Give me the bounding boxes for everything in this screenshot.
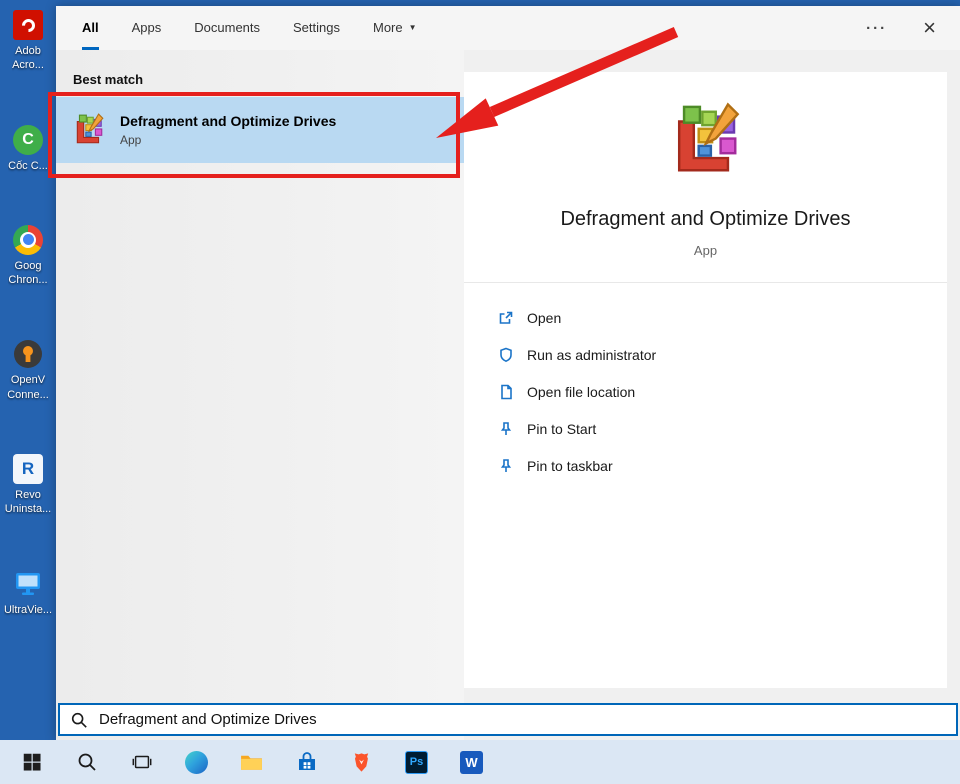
desktop-background: Adob Acro... C Cốc C... Goog Chron... Op… [0,0,56,740]
window-controls: ··· × [866,6,936,50]
task-view-button[interactable] [114,740,169,784]
taskbar: Ps W [0,740,960,784]
context-actions: Open Run as administrator Open file loca… [464,283,947,484]
desktop-shortcut-label: Goog Chron... [8,259,47,288]
action-open-file-location[interactable]: Open file location [498,373,947,410]
preview-title: Defragment and Optimize Drives [560,208,850,231]
close-icon[interactable]: × [923,17,936,39]
search-bar [58,703,958,736]
desktop-shortcut-openvpn[interactable]: OpenV Conne... [0,339,56,402]
results-column: Best match Defragment and Optimize Drive… [56,50,464,740]
tab-all[interactable]: All [82,6,99,50]
file-explorer-icon [239,750,264,775]
desktop-shortcut-label: Revo Uninsta... [5,488,51,517]
result-subtitle: App [120,133,336,147]
action-label: Open [527,310,561,326]
pin-icon [498,421,514,437]
taskbar-search-button[interactable] [59,740,114,784]
desktop-shortcut-adobe[interactable]: Adob Acro... [0,10,56,73]
result-text: Defragment and Optimize Drives App [120,113,336,147]
action-label: Pin to Start [527,421,596,437]
tab-more[interactable]: More ▼ [373,6,417,50]
windows-logo-icon [21,751,43,773]
more-options-icon[interactable]: ··· [866,20,887,37]
store-icon [295,750,319,774]
photoshop-icon: Ps [405,751,428,774]
task-view-icon [131,751,153,773]
coccoc-icon: C [13,125,43,155]
defrag-app-icon-large [667,102,745,180]
taskbar-file-explorer[interactable] [224,740,279,784]
brave-icon [350,751,373,774]
preview-subtitle: App [694,243,717,258]
result-title: Defragment and Optimize Drives [120,113,336,129]
desktop-shortcut-label: Adob Acro... [12,44,44,73]
tab-documents[interactable]: Documents [194,6,260,50]
screen: Adob Acro... C Cốc C... Goog Chron... Op… [0,0,960,784]
search-input[interactable] [99,711,946,728]
search-icon [76,751,98,773]
action-pin-to-taskbar[interactable]: Pin to taskbar [498,447,947,484]
best-match-result[interactable]: Defragment and Optimize Drives App [56,97,464,163]
action-label: Pin to taskbar [527,458,613,474]
action-pin-to-start[interactable]: Pin to Start [498,410,947,447]
adobe-acrobat-icon [13,10,43,40]
desktop-shortcut-label: Cốc C... [8,159,48,173]
word-icon: W [460,751,483,774]
chevron-down-icon: ▼ [409,23,417,32]
desktop-shortcut-label: OpenV Conne... [7,373,49,402]
tab-settings[interactable]: Settings [293,6,340,50]
action-run-as-administrator[interactable]: Run as administrator [498,336,947,373]
chrome-icon [13,225,43,255]
revo-icon: R [13,454,43,484]
action-open[interactable]: Open [498,299,947,336]
start-button[interactable] [4,740,59,784]
taskbar-word[interactable]: W [444,740,499,784]
best-match-heading: Best match [56,50,464,97]
action-label: Run as administrator [527,347,656,363]
action-label: Open file location [527,384,635,400]
open-icon [498,310,514,326]
search-icon [70,711,88,729]
ultraviewer-icon [13,569,43,599]
openvpn-icon [13,339,43,369]
search-window: All Apps Documents Settings More ▼ ··· ×… [56,6,960,740]
taskbar-edge[interactable] [169,740,224,784]
taskbar-brave[interactable] [334,740,389,784]
admin-shield-icon [498,347,514,363]
preview-panel: Defragment and Optimize Drives App Open [464,72,947,688]
edge-icon [185,751,208,774]
desktop-shortcut-chrome[interactable]: Goog Chron... [0,225,56,288]
desktop-shortcut-ultraviewer[interactable]: UltraVie... [0,569,56,617]
desktop-shortcut-revo[interactable]: R Revo Uninsta... [0,454,56,517]
file-location-icon [498,384,514,400]
search-content: Best match Defragment and Optimize Drive… [56,50,960,740]
pin-icon [498,458,514,474]
desktop-shortcut-label: UltraVie... [4,603,52,617]
taskbar-store[interactable] [279,740,334,784]
tab-apps[interactable]: Apps [132,6,162,50]
taskbar-photoshop[interactable]: Ps [389,740,444,784]
defrag-app-icon [72,113,106,147]
desktop-shortcut-coccoc[interactable]: C Cốc C... [0,125,56,173]
search-tabs-bar: All Apps Documents Settings More ▼ ··· × [56,6,960,50]
